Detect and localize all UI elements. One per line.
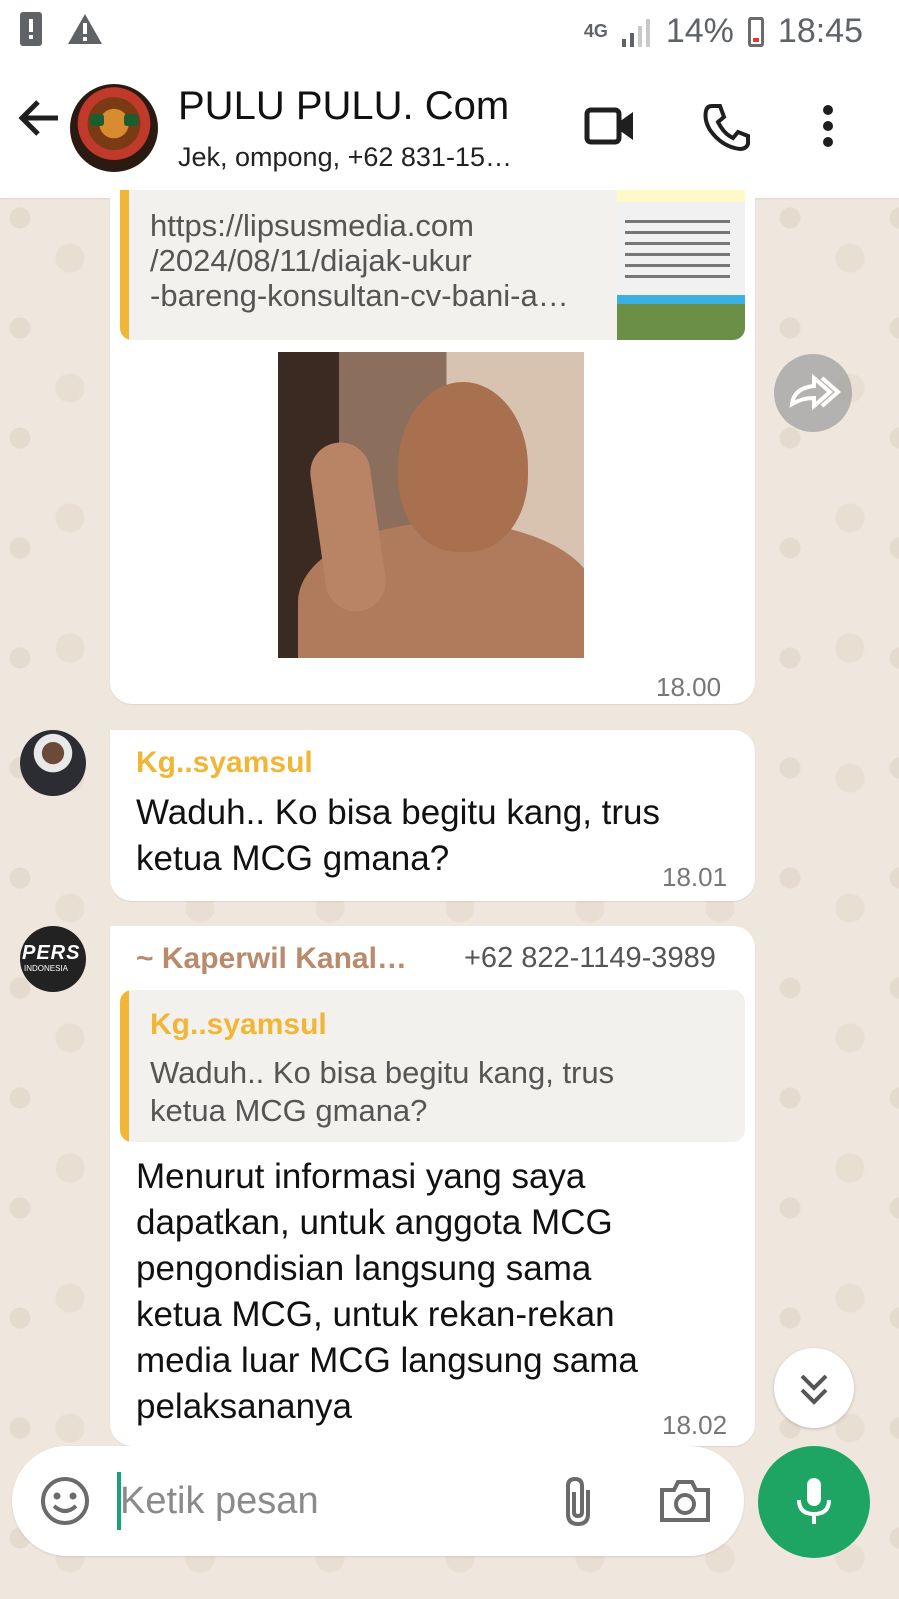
- video-call-icon[interactable]: [584, 102, 636, 150]
- group-members[interactable]: Jek, ompong, +62 831-15…: [178, 142, 512, 173]
- voice-record-button[interactable]: [758, 1446, 870, 1558]
- message-line: ketua MCG gmana?: [136, 839, 450, 878]
- sender-avatar[interactable]: [20, 730, 86, 796]
- attach-icon[interactable]: [560, 1476, 596, 1528]
- quoted-message[interactable]: Kg..syamsul Waduh.. Ko bisa begitu kang,…: [120, 990, 745, 1142]
- scroll-to-bottom-button[interactable]: [774, 1348, 854, 1428]
- status-bar: 4G 14% 18:45: [0, 0, 899, 62]
- message-line: ketua MCG, untuk rekan-rekan: [136, 1295, 615, 1334]
- quote-line: Waduh.. Ko bisa begitu kang, trus: [150, 1055, 615, 1090]
- message-time: 18.00: [656, 672, 722, 702]
- message-bubble[interactable]: ~ Kaperwil Kanal… +62 822-1149-3989 Kg..…: [110, 926, 755, 1446]
- chat-header: PULU PULU. Com Jek, ompong, +62 831-15…: [0, 62, 899, 198]
- avatar-text: PERS: [22, 942, 81, 964]
- voice-call-icon[interactable]: [702, 102, 750, 152]
- message-bubble[interactable]: Kg..syamsul Waduh.. Ko bisa begitu kang,…: [110, 730, 755, 901]
- link-preview-url[interactable]: https://lipsusmedia.com /2024/08/11/diaj…: [150, 208, 590, 313]
- message-line: pelaksananya: [136, 1387, 352, 1426]
- link-line: -bareng-konsultan-cv-bani-a…: [150, 278, 569, 313]
- sender-name[interactable]: ~ Kaperwil Kanal…: [136, 942, 407, 976]
- forward-button[interactable]: [774, 354, 852, 432]
- message-text: Menurut informasi yang saya dapatkan, un…: [136, 1154, 638, 1430]
- notification-alert-icon: [20, 12, 42, 46]
- more-options-icon[interactable]: [818, 102, 838, 150]
- sender-name[interactable]: Kg..syamsul: [136, 746, 313, 780]
- message-time: 18.02: [662, 1410, 728, 1440]
- message-text: Waduh.. Ko bisa begitu kang, trus ketua …: [136, 790, 660, 882]
- quote-bar: [120, 990, 129, 1142]
- forward-icon: [789, 373, 842, 411]
- message-line: pengondisian langsung sama: [136, 1249, 592, 1288]
- back-arrow-icon[interactable]: [18, 96, 62, 149]
- double-chevron-down-icon: [800, 1374, 828, 1405]
- warning-icon: [68, 14, 102, 44]
- message-bubble[interactable]: https://lipsusmedia.com /2024/08/11/diaj…: [110, 190, 755, 704]
- group-title[interactable]: PULU PULU. Com: [178, 84, 509, 129]
- sender-avatar[interactable]: PERS INDONESIA: [20, 926, 86, 992]
- link-line: https://lipsusmedia.com: [150, 208, 474, 243]
- message-line: Waduh.. Ko bisa begitu kang, trus: [136, 793, 661, 832]
- group-avatar[interactable]: [70, 84, 158, 172]
- avatar-subtext: INDONESIA: [24, 964, 69, 973]
- link-preview-bar: [120, 190, 129, 340]
- message-input-bar: Ketik pesan: [12, 1446, 744, 1556]
- battery-percent: 14%: [665, 12, 734, 50]
- link-line: /2024/08/11/diajak-ukur: [150, 243, 472, 278]
- message-line: Menurut informasi yang saya: [136, 1157, 586, 1196]
- message-photo[interactable]: [278, 352, 584, 658]
- quote-line: ketua MCG gmana?: [150, 1093, 428, 1128]
- emoji-icon[interactable]: [40, 1476, 90, 1526]
- battery-icon: [747, 16, 764, 47]
- quote-text: Waduh.. Ko bisa begitu kang, trus ketua …: [150, 1054, 614, 1130]
- camera-icon[interactable]: [658, 1478, 712, 1524]
- message-input[interactable]: Ketik pesan: [120, 1480, 319, 1523]
- quote-sender: Kg..syamsul: [150, 1008, 327, 1041]
- link-thumbnail: [617, 190, 745, 340]
- microphone-icon: [797, 1478, 831, 1524]
- clock: 18:45: [777, 12, 863, 50]
- signal-icon: [621, 18, 650, 47]
- message-line: dapatkan, untuk anggota MCG: [136, 1203, 613, 1242]
- link-preview[interactable]: https://lipsusmedia.com /2024/08/11/diaj…: [120, 190, 745, 340]
- network-type: 4G: [583, 21, 608, 41]
- message-line: media luar MCG langsung sama: [136, 1341, 638, 1380]
- sender-phone[interactable]: +62 822-1149-3989: [464, 942, 716, 975]
- message-time: 18.01: [662, 862, 728, 892]
